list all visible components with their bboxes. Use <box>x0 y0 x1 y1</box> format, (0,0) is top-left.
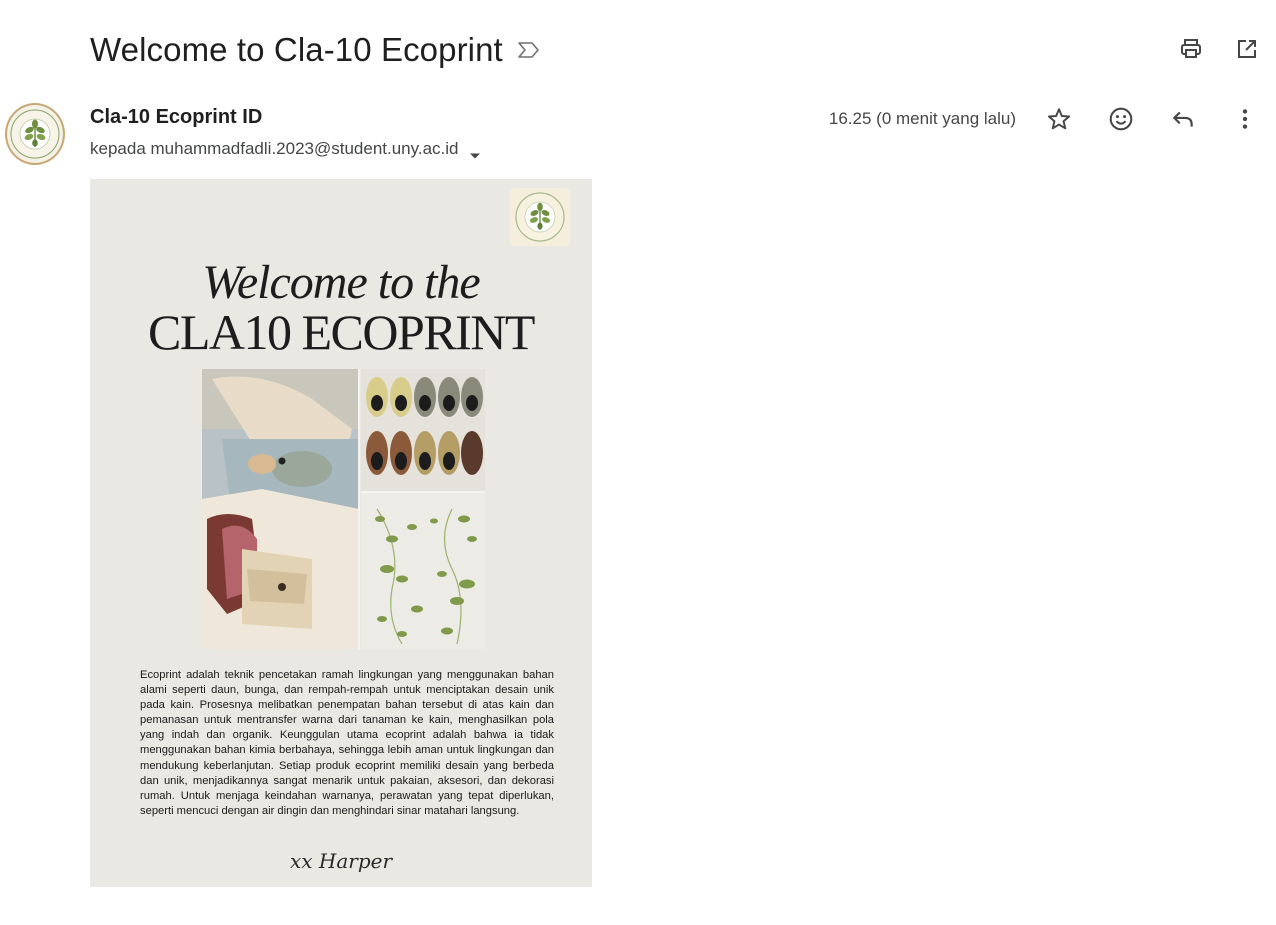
poster-headline: Welcome to the <box>202 256 480 309</box>
caret-down-icon[interactable] <box>469 145 481 159</box>
sender-avatar[interactable] <box>5 103 65 165</box>
email-subject-row: Welcome to Cla-10 Ecoprint <box>90 28 543 72</box>
print-icon[interactable] <box>1178 36 1204 62</box>
message-meta: 16.25 (0 menit yang lalu) <box>829 100 1276 138</box>
open-in-new-window-icon[interactable] <box>1234 36 1260 62</box>
poster-signature: xx Harper <box>290 849 393 873</box>
more-vert-icon[interactable] <box>1226 100 1264 138</box>
poster-description: Ecoprint adalah teknik pencetakan ramah … <box>140 669 554 817</box>
sender-name[interactable]: Cla-10 Ecoprint ID <box>90 106 262 129</box>
thread-actions <box>1178 36 1260 62</box>
star-icon[interactable] <box>1040 100 1078 138</box>
poster-brand-title: CLA10 ECOPRINT <box>148 304 535 360</box>
emoji-icon[interactable] <box>1102 100 1140 138</box>
recipient-line: kepada muhammadfadli.2023@student.uny.ac… <box>90 139 481 159</box>
recipient-text: kepada muhammadfadli.2023@student.uny.ac… <box>90 139 459 158</box>
poster-logo <box>510 188 570 246</box>
message-time: 16.25 (0 menit yang lalu) <box>828 109 1016 128</box>
importance-marker-icon[interactable] <box>517 39 543 61</box>
email-subject: Welcome to Cla-10 Ecoprint <box>90 31 503 68</box>
reply-icon[interactable] <box>1164 100 1202 138</box>
email-body-poster: Welcome to the CLA10 ECOPRINT Ecoprint a… <box>90 179 592 887</box>
product-photo-collage <box>202 369 485 649</box>
